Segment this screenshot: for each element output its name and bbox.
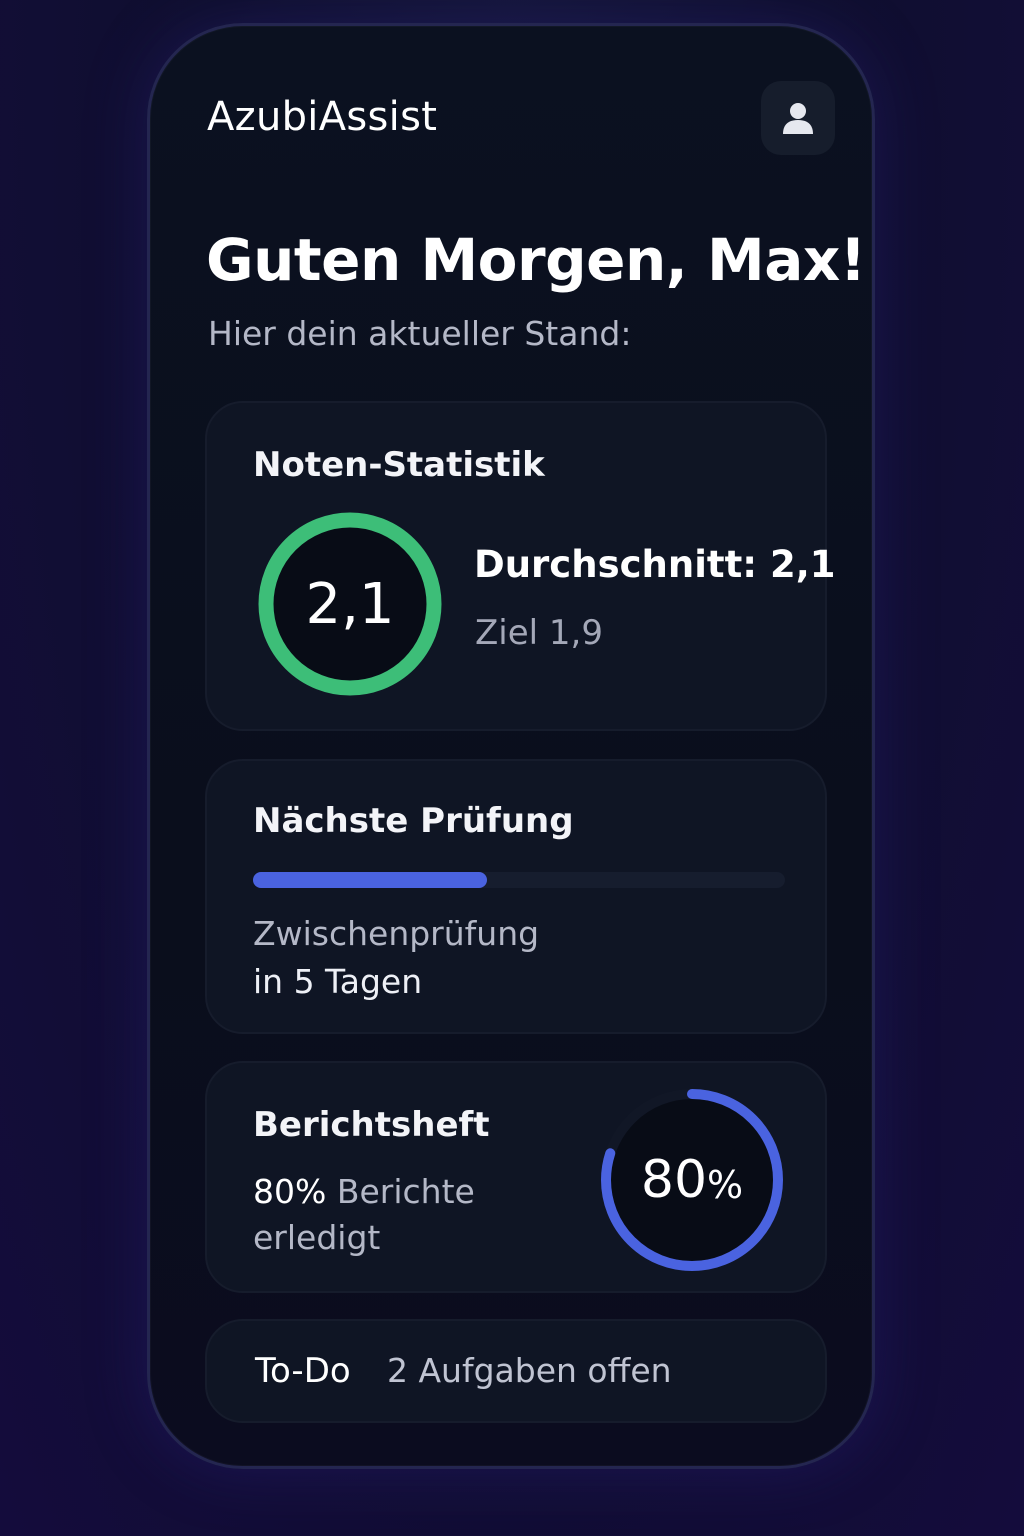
exam-countdown: in 5 Tagen xyxy=(253,962,423,1001)
grade-value: 2,1 xyxy=(305,571,395,637)
report-ring-unit: % xyxy=(707,1163,744,1207)
average-label: Durchschnitt: 2,1 xyxy=(474,543,836,586)
report-percent-text: 80% xyxy=(253,1172,327,1211)
exam-progress-fill xyxy=(253,872,488,888)
grades-card[interactable]: Noten-Statistik 2,1 Durchschnitt: 2,1 Zi… xyxy=(205,401,836,731)
exam-card-title: Nächste Prüfung xyxy=(253,801,574,841)
app-title: AzubiAssist xyxy=(207,94,438,140)
exam-name: Zwischenprüfung xyxy=(253,914,540,953)
report-ring-number: 80 xyxy=(640,1150,708,1210)
todo-label: To-Do xyxy=(255,1351,351,1391)
exam-card[interactable]: Nächste Prüfung Zwischenprüfung in 5 Tag… xyxy=(205,759,827,1034)
user-icon xyxy=(783,103,813,134)
todo-card[interactable]: To-Do 2 Aufgaben offen xyxy=(205,1319,827,1423)
phone-frame: AzubiAssist Guten Morgen, Max! Hier dein… xyxy=(147,23,875,1469)
report-status: 80% Berichte erledigt xyxy=(253,1169,573,1261)
report-card-title: Berichtsheft xyxy=(253,1105,490,1145)
todo-count: 2 Aufgaben offen xyxy=(387,1351,672,1390)
grades-card-title: Noten-Statistik xyxy=(253,445,545,485)
greeting-heading: Guten Morgen, Max! xyxy=(206,226,866,294)
profile-button[interactable] xyxy=(761,81,835,155)
report-ring-value: 80% xyxy=(597,1085,787,1275)
exam-progress-bar xyxy=(253,872,785,888)
goal-label: Ziel 1,9 xyxy=(475,613,603,653)
status-subtitle: Hier dein aktueller Stand: xyxy=(208,314,632,353)
report-card[interactable]: Berichtsheft 80% Berichte erledigt 80% xyxy=(205,1061,827,1293)
